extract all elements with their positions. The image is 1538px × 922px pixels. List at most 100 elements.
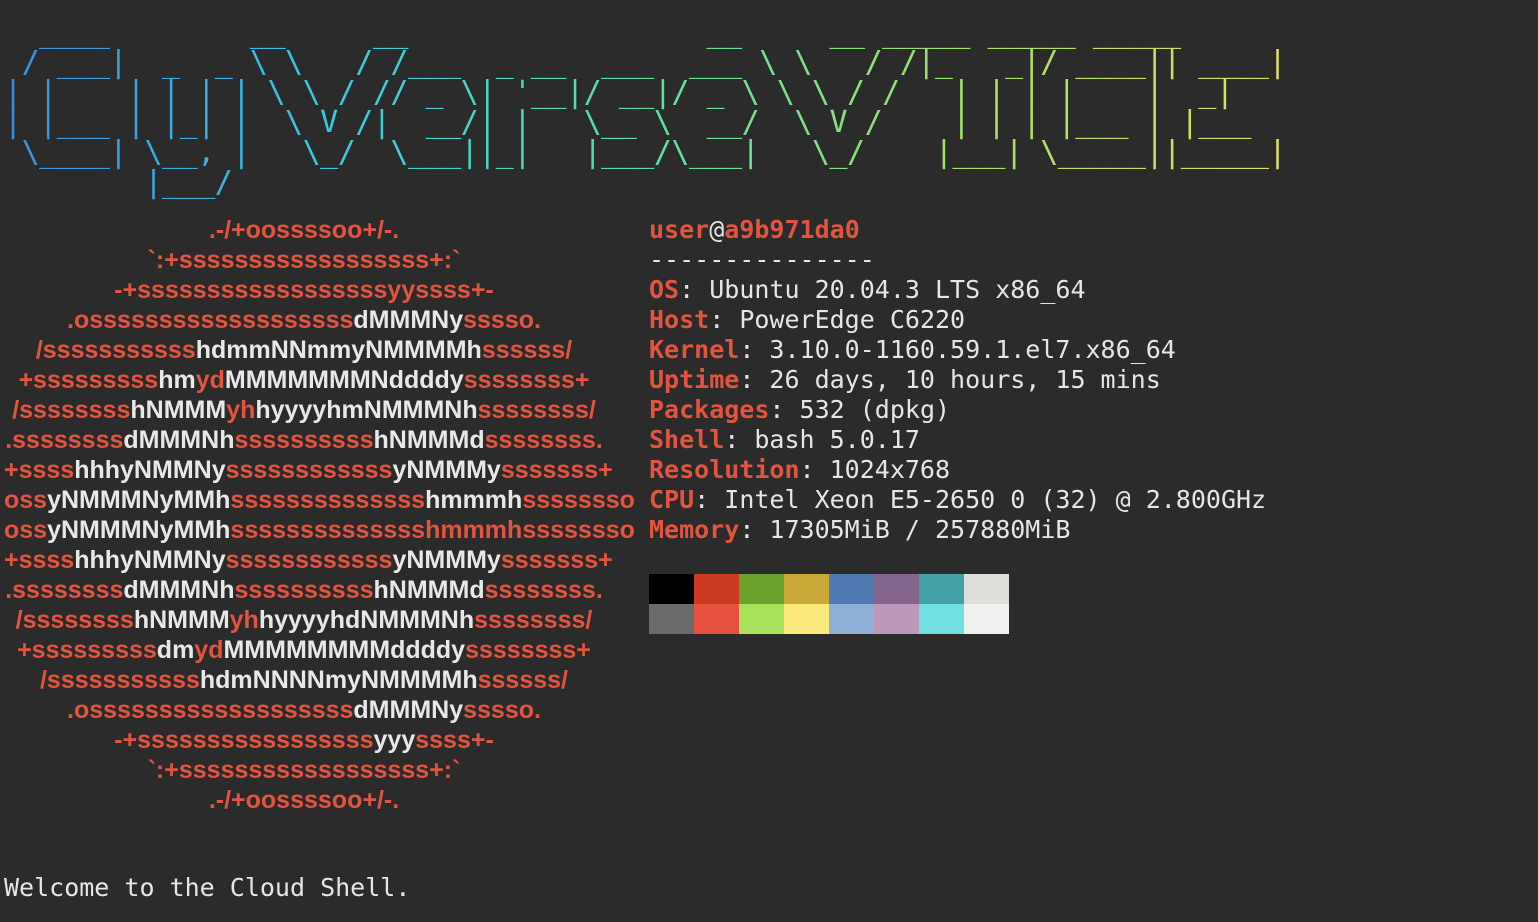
bright-color-swatch [829, 604, 874, 634]
logo-segment: -+ssssssssssssssssssyyssss+- [114, 276, 494, 304]
logo-segment: hNMMMd [373, 576, 485, 604]
logo-segment: sssso. [463, 306, 541, 334]
bright-color-swatch [739, 604, 784, 634]
logo-line: /sssssssshNMMMyhhyyyyhmNMMMNhssssssss/ [4, 395, 604, 425]
logo-segment: yd [195, 366, 225, 394]
logo-segment: .ssssssss [5, 426, 124, 454]
logo-segment: yNMMMy [392, 546, 501, 574]
logo-segment: hyyyyhmNMMMNh [255, 396, 478, 424]
info-key: Host [649, 305, 710, 334]
info-key: Resolution [649, 455, 800, 484]
logo-segment: hNMMM [130, 396, 227, 424]
palette-row-normal [649, 574, 1009, 604]
info-fields: OS: Ubuntu 20.04.3 LTS x86_64 Host: Power… [649, 275, 1266, 545]
logo-segment: -+sssssssssssssssss [114, 726, 374, 754]
bright-color-swatch [964, 604, 1009, 634]
info-value: 17305MiB / 257880MiB [769, 515, 1071, 544]
logo-line: .-/+oossssoo+/-. [4, 785, 604, 815]
info-colon: : [694, 485, 725, 514]
normal-color-swatch [874, 574, 919, 604]
color-palette [649, 574, 1009, 634]
info-resolution-line: Resolution: 1024x768 [649, 455, 1266, 485]
ubuntu-ascii-logo: .-/+oossssoo+/-. `:+ssssssssssssssssss+:`… [4, 215, 635, 815]
logo-line: .ssssssssdMMMNhsssssssssshNMMMdssssssss. [4, 425, 604, 455]
bright-color-swatch [874, 604, 919, 634]
logo-line: .ssssssssdMMMNhsssssssssshNMMMdssssssss. [4, 575, 604, 605]
logo-line: +sssshhhyNMMNyssssssssssssyNMMMysssssss+ [4, 455, 613, 485]
info-key: Shell [649, 425, 725, 454]
logo-segment: .-/+oossssoo+/-. [208, 216, 400, 244]
logo-segment: /ssssssss [12, 396, 131, 424]
info-host-line: Host: PowerEdge C6220 [649, 305, 1266, 335]
logo-line: /ssssssssssshdmmNNmmyNMMMMhssssss/ [4, 335, 604, 365]
info-kernel-line: Kernel: 3.10.0-1160.59.1.el7.x86_64 [649, 335, 1266, 365]
logo-line: .osssssssssssssssssssdMMMNysssso. [4, 695, 604, 725]
logo-segment: ssssssssssss [225, 546, 393, 574]
normal-color-swatch [964, 574, 1009, 604]
user-host-line: user@a9b971da0 [649, 215, 1266, 245]
logo-segment: `:+ssssssssssssssssss+:` [147, 756, 461, 784]
banner-line: | |___ | |_| | \ V /| __/| | \__ \ __/ \… [4, 105, 1251, 140]
info-shell-line: Shell: bash 5.0.17 [649, 425, 1266, 455]
logo-line: /ssssssssssshdmNNNNmyNMMMMhssssss/ [4, 665, 604, 695]
info-colon: : [709, 305, 740, 334]
logo-segment: yNMMMNyMMh [47, 516, 231, 544]
info-colon: : [724, 425, 755, 454]
logo-segment: MMMMMMMMddddy [223, 636, 466, 664]
logo-segment: MMMMMMMNddddy [224, 366, 464, 394]
logo-segment: ssssssss/ [474, 606, 593, 634]
info-colon: : [769, 395, 800, 424]
logo-line: .osssssssssssssssssssdMMMNysssso. [4, 305, 604, 335]
logo-line: -+sssssssssssssssssyyyssss+- [4, 725, 604, 755]
ascii-banner: ____ __ __ __ __ _____ _____ _____ / ___… [4, 18, 1287, 200]
info-key: Kernel [649, 335, 740, 364]
logo-segment: ssssss/ [481, 336, 573, 364]
logo-segment: yh [226, 396, 256, 424]
logo-segment: dMMMNh [123, 426, 235, 454]
logo-segment: ssssssso [522, 486, 635, 514]
logo-segment: ssss+- [415, 726, 494, 754]
logo-segment: /ssssssss [15, 606, 134, 634]
palette-row-bright [649, 604, 1009, 634]
info-colon: : [739, 515, 770, 544]
logo-segment: +ssss [4, 456, 75, 484]
logo-line: /sssssssshNMMMyhhyyyyhdNMMMNhssssssss/ [4, 605, 604, 635]
at-sign: @ [709, 215, 725, 244]
system-info-panel: user@a9b971da0 --------------- OS: Ubunt… [649, 215, 1266, 545]
logo-segment: /sssssssssss [35, 336, 196, 364]
info-key: Uptime [649, 365, 740, 394]
welcome-message: Welcome to the Cloud Shell. [4, 873, 411, 902]
logo-segment: `:+ssssssssssssssssss+:` [147, 246, 461, 274]
normal-color-swatch [649, 574, 694, 604]
logo-segment: sssso. [463, 696, 541, 724]
username: user [649, 215, 710, 244]
logo-line: +sssssssssdmydMMMMMMMMddddyssssssss+ [4, 635, 604, 665]
normal-color-swatch [919, 574, 964, 604]
logo-segment: oss [4, 516, 48, 544]
logo-segment: ssssssss+ [463, 366, 590, 394]
terminal-window[interactable]: ____ __ __ __ __ _____ _____ _____ / ___… [0, 0, 1538, 922]
bright-color-swatch [919, 604, 964, 634]
hostname: a9b971da0 [724, 215, 860, 244]
info-value: 26 days, 10 hours, 15 mins [769, 365, 1161, 394]
logo-line: +ssssssssshmydMMMMMMMNddddyssssssss+ [4, 365, 604, 395]
info-value: PowerEdge C6220 [739, 305, 966, 334]
normal-color-swatch [784, 574, 829, 604]
logo-segment: dMMMNy [353, 306, 464, 334]
logo-segment: dMMMNh [123, 576, 235, 604]
banner-line: |___/ [144, 165, 233, 200]
bright-color-swatch [694, 604, 739, 634]
logo-segment: ssssssss. [484, 576, 603, 604]
logo-segment: dMMMNy [353, 696, 464, 724]
logo-segment: yyy [373, 726, 416, 754]
info-key: OS [649, 275, 680, 304]
banner-line: | | | | | | \ \ / // _ \| '__|/ __|/ _ \… [4, 75, 1234, 110]
logo-segment: hdmmNNmmyNMMMMh [195, 336, 482, 364]
banner-line: / ___| _ _ \ \ / /___ _ __ ___ ___ \ \ /… [21, 45, 1287, 80]
logo-segment: +sssssssss [18, 366, 159, 394]
logo-segment: yNMMMNyMMh [47, 486, 231, 514]
info-os-line: OS: Ubuntu 20.04.3 LTS x86_64 [649, 275, 1266, 305]
logo-segment: .ssssssss [5, 576, 124, 604]
info-key: Memory [649, 515, 740, 544]
normal-color-swatch [829, 574, 874, 604]
